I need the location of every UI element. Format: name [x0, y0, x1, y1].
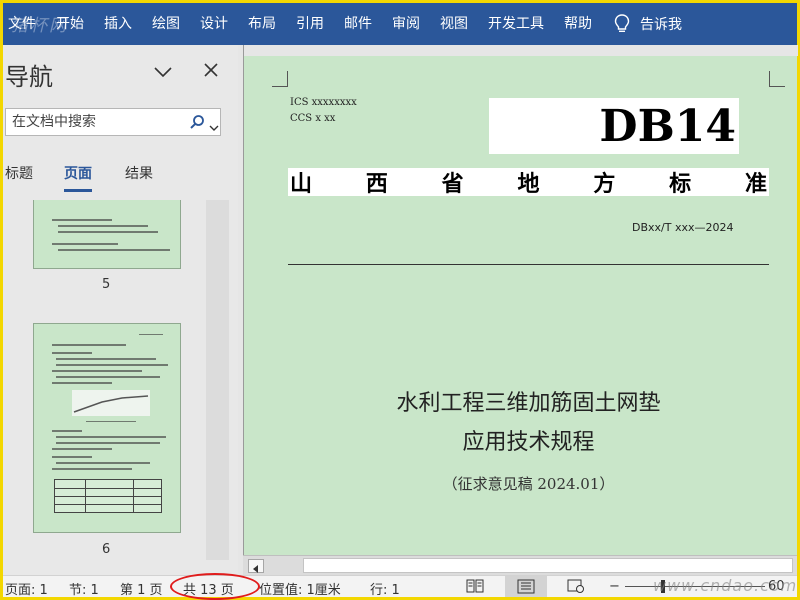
scroll-left-button[interactable]	[248, 559, 264, 573]
margin-corner-marker	[272, 71, 288, 87]
read-mode-button[interactable]	[466, 579, 484, 597]
close-icon	[204, 63, 218, 77]
banner-char: 省	[441, 171, 464, 197]
web-layout-icon	[567, 579, 584, 593]
banner-char: 方	[593, 171, 616, 197]
ribbon: 文件 开始 插入 绘图 设计 布局 引用 邮件 审阅 视图 开发工具 帮助 告诉…	[3, 3, 797, 45]
web-layout-button[interactable]	[567, 579, 585, 597]
ribbon-tab-view[interactable]: 视图	[430, 3, 478, 45]
zoom-out-button[interactable]: −	[609, 579, 620, 594]
status-bar: 页面: 1 节: 1 第 1 页 共 13 页 位置值: 1厘米 行: 1 − …	[3, 573, 798, 600]
nav-scrollbar[interactable]	[206, 200, 229, 560]
ribbon-tab-home[interactable]: 开始	[46, 3, 94, 45]
thumbnail-figure	[72, 390, 150, 416]
ribbon-tab-mailings[interactable]: 邮件	[334, 3, 382, 45]
tell-me-box[interactable]: 告诉我	[602, 14, 682, 34]
thumbnail-table	[54, 479, 162, 513]
page-thumbnail-5[interactable]	[33, 200, 181, 269]
ribbon-tab-help[interactable]: 帮助	[554, 3, 602, 45]
divider	[288, 264, 769, 265]
document-page[interactable]: ICS xxxxxxxx CCS x xx DB14 山 西 省 地 方 标 准…	[243, 45, 798, 555]
page-thumbnails: 5 6	[3, 200, 238, 560]
page-layout-icon	[517, 579, 535, 594]
highlight-ring	[170, 573, 260, 600]
standard-title-line-2: 应用技术规程	[462, 430, 595, 455]
print-layout-button[interactable]	[505, 576, 547, 597]
tab-pages[interactable]: 页面	[64, 163, 92, 192]
ribbon-tab-layout[interactable]: 布局	[238, 3, 286, 45]
nav-close-button[interactable]	[203, 59, 219, 83]
search-button[interactable]	[189, 114, 205, 134]
search-icon	[190, 115, 204, 129]
db-code: DB14	[489, 98, 739, 154]
ribbon-tab-review[interactable]: 审阅	[382, 3, 430, 45]
ribbon-tab-insert[interactable]: 插入	[94, 3, 142, 45]
ribbon-tab-developer[interactable]: 开发工具	[478, 3, 554, 45]
status-position[interactable]: 位置值: 1厘米	[259, 579, 341, 598]
page-thumbnail-6[interactable]	[33, 323, 181, 533]
page-top-gap	[244, 45, 798, 56]
ccs-code: CCS x xx	[290, 113, 336, 124]
chevron-down-icon	[154, 67, 172, 78]
standard-title-line-1: 水利工程三维加筋固土网垫	[396, 391, 661, 416]
banner-char: 西	[365, 171, 388, 197]
navigation-pane: 导航 标题 页面 结果	[3, 45, 238, 575]
nav-pane-title: 导航	[5, 63, 53, 91]
thumbnail-page-number: 5	[102, 277, 111, 292]
book-icon	[466, 579, 484, 593]
ribbon-tab-design[interactable]: 设计	[190, 3, 238, 45]
tab-headings[interactable]: 标题	[5, 163, 33, 183]
tell-me-label: 告诉我	[640, 17, 682, 33]
nav-options-button[interactable]	[153, 63, 173, 82]
banner-char: 山	[290, 171, 313, 197]
search-input[interactable]	[12, 112, 182, 132]
scroll-thumb[interactable]	[303, 558, 793, 573]
status-page-of[interactable]: 第 1 页	[120, 579, 163, 598]
standard-number: DBxx/T xxx—2024	[632, 221, 734, 234]
chevron-down-icon	[209, 125, 219, 131]
banner-char: 准	[744, 171, 767, 197]
lightbulb-icon	[614, 14, 630, 32]
thumbnail-page-number: 6	[102, 542, 111, 557]
horizontal-scrollbar[interactable]	[243, 555, 797, 575]
banner-char: 标	[669, 171, 692, 197]
site-watermark: www.cndao.com	[653, 576, 798, 595]
ribbon-tab-draw[interactable]: 绘图	[142, 3, 190, 45]
ribbon-tab-file[interactable]: 文件	[3, 3, 46, 45]
status-section[interactable]: 节: 1	[69, 579, 99, 598]
tab-results[interactable]: 结果	[125, 163, 153, 183]
nav-search-box	[5, 108, 221, 136]
draft-subtitle: （征求意见稿 2024.01）	[442, 475, 615, 493]
ribbon-tab-references[interactable]: 引用	[286, 3, 334, 45]
arrow-left-icon	[253, 565, 258, 573]
margin-corner-marker	[769, 71, 785, 87]
status-line[interactable]: 行: 1	[370, 579, 400, 598]
standard-type-banner: 山 西 省 地 方 标 准	[288, 168, 769, 197]
ics-code: ICS xxxxxxxx	[290, 97, 357, 108]
banner-char: 地	[517, 171, 540, 197]
search-options-button[interactable]	[209, 117, 219, 136]
status-page[interactable]: 页面: 1	[5, 579, 48, 598]
